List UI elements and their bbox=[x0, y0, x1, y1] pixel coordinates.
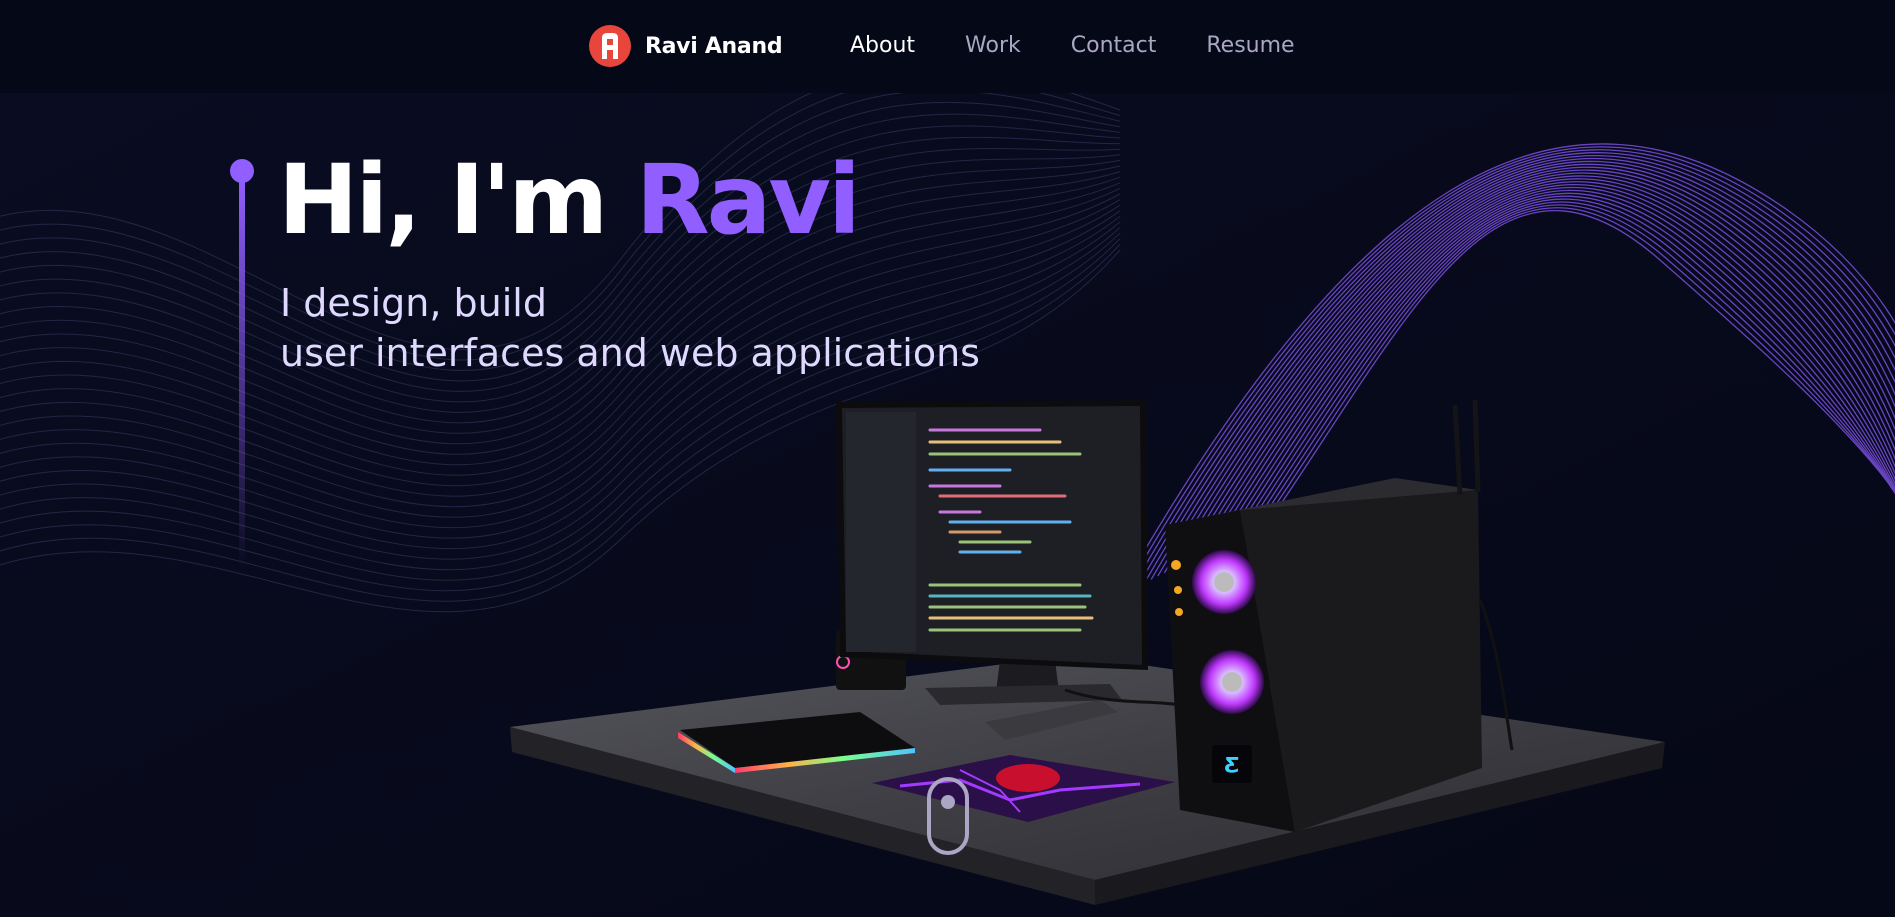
brand-logo-icon bbox=[589, 25, 631, 67]
hero-name: Ravi bbox=[635, 144, 861, 256]
svg-text:Ƹ: Ƹ bbox=[1224, 753, 1239, 777]
mouse-scroll-icon[interactable] bbox=[926, 776, 970, 856]
hero-subtitle: I design, build user interfaces and web … bbox=[280, 278, 980, 378]
nav-link-about[interactable]: About bbox=[850, 26, 915, 66]
hero-subtitle-line-2: user interfaces and web applications bbox=[280, 331, 980, 375]
nav-link-work[interactable]: Work bbox=[965, 26, 1021, 66]
brand-link[interactable]: Ravi Anand bbox=[589, 25, 783, 67]
nav-link-contact[interactable]: Contact bbox=[1071, 26, 1157, 66]
nav-link-resume[interactable]: Resume bbox=[1206, 26, 1294, 66]
navbar: Ravi Anand About Work Contact Resume bbox=[0, 0, 1895, 93]
hero-title: Hi, I'm Ravi bbox=[278, 140, 861, 260]
hero-greeting: Hi, I'm bbox=[278, 144, 636, 256]
hero-subtitle-line-1: I design, build bbox=[280, 281, 547, 325]
mouse bbox=[996, 764, 1060, 792]
hero-accent-line bbox=[230, 159, 254, 568]
nav-links: About Work Contact Resume bbox=[850, 26, 1345, 66]
brand-name: Ravi Anand bbox=[645, 33, 783, 59]
